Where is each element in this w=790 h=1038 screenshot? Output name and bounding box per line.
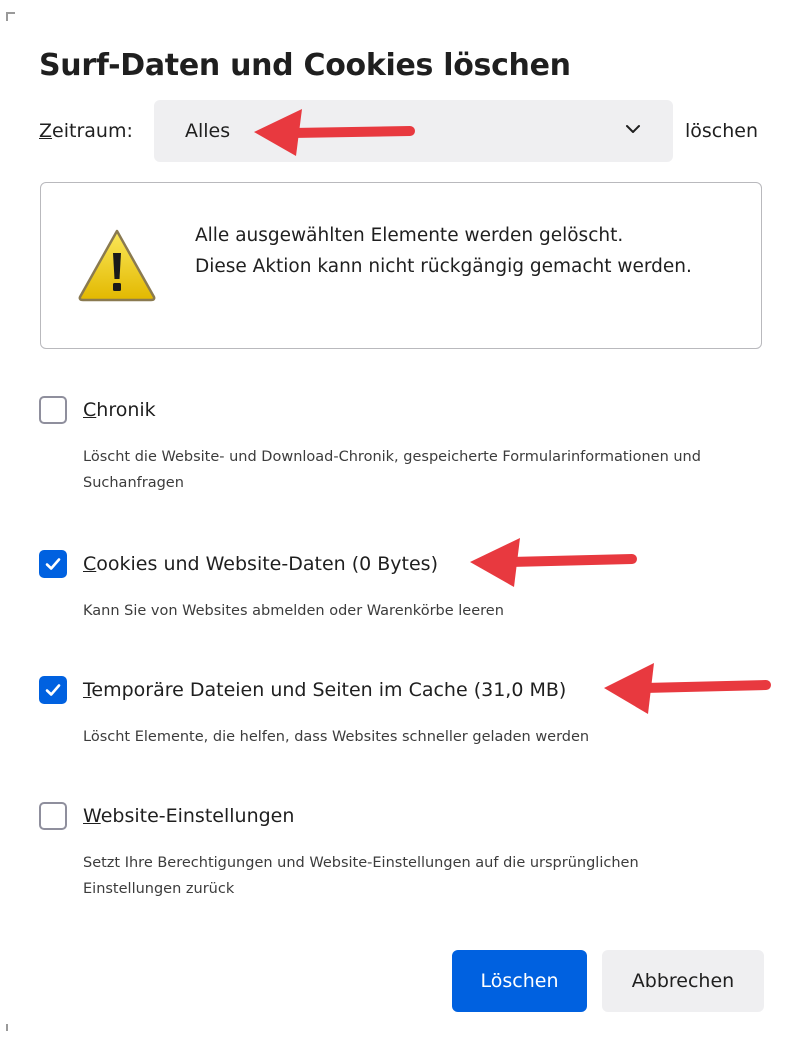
window-corner [6, 1024, 15, 1031]
chevron-down-icon [626, 125, 640, 133]
clear-data-dialog: Surf-Daten und Cookies löschen Zeitraum:… [0, 0, 790, 1038]
time-range-label-text: eitraum: [52, 120, 133, 142]
time-range-suffix: löschen [685, 120, 759, 142]
time-range-label: Zeitraum: [39, 120, 133, 142]
option-label: Website-Einstellungen [83, 802, 294, 830]
red-arrow-icon [470, 538, 637, 587]
red-arrow-icon [604, 663, 771, 714]
cookies-checkbox[interactable] [39, 550, 67, 578]
warning-box: Alle ausgewählten Elemente werden gelösc… [40, 182, 762, 349]
checkmark-icon [45, 684, 61, 696]
access-key: C [83, 553, 97, 575]
option-label-text: emporäre Dateien und Seiten im Cache (31… [91, 679, 567, 701]
option-label-text: ebsite-Einstellungen [100, 805, 295, 827]
option-label: Cookies und Website-Daten (0 Bytes) [83, 550, 438, 578]
checkmark-icon [45, 558, 61, 570]
warning-line-2: Diese Aktion kann nicht rückgängig gemac… [195, 256, 692, 277]
clear-button[interactable]: Löschen [452, 950, 587, 1012]
access-key: Z [39, 120, 53, 142]
option-label-text: hronik [96, 399, 156, 421]
option-description: Löscht Elemente, die helfen, dass Websit… [83, 729, 590, 745]
warning-triangle-icon [78, 229, 156, 302]
window-corner [6, 12, 15, 21]
cancel-button[interactable]: Abbrechen [602, 950, 764, 1012]
time-range-value: Alles [185, 120, 231, 142]
option-description: Setzt Ihre Berechtigungen und Website-Ei… [83, 855, 639, 897]
option-label: Temporäre Dateien und Seiten im Cache (3… [83, 676, 566, 704]
access-key: W [83, 805, 101, 827]
option-description: Kann Sie von Websites abmelden oder Ware… [83, 603, 504, 619]
history-checkbox[interactable] [39, 396, 67, 424]
cache-checkbox[interactable] [39, 676, 67, 704]
red-arrow-icon [254, 109, 415, 156]
site-settings-checkbox[interactable] [39, 802, 67, 830]
warning-text: Alle ausgewählten Elemente werden gelösc… [195, 220, 715, 282]
option-label: Chronik [83, 396, 156, 424]
warning-line-1: Alle ausgewählten Elemente werden gelösc… [195, 225, 624, 246]
access-key: C [83, 399, 97, 421]
option-label-text: ookies und Website-Daten (0 Bytes) [96, 553, 438, 575]
dialog-title: Surf-Daten und Cookies löschen [39, 48, 571, 83]
option-description: Löscht die Website- und Download-Chronik… [83, 449, 701, 491]
